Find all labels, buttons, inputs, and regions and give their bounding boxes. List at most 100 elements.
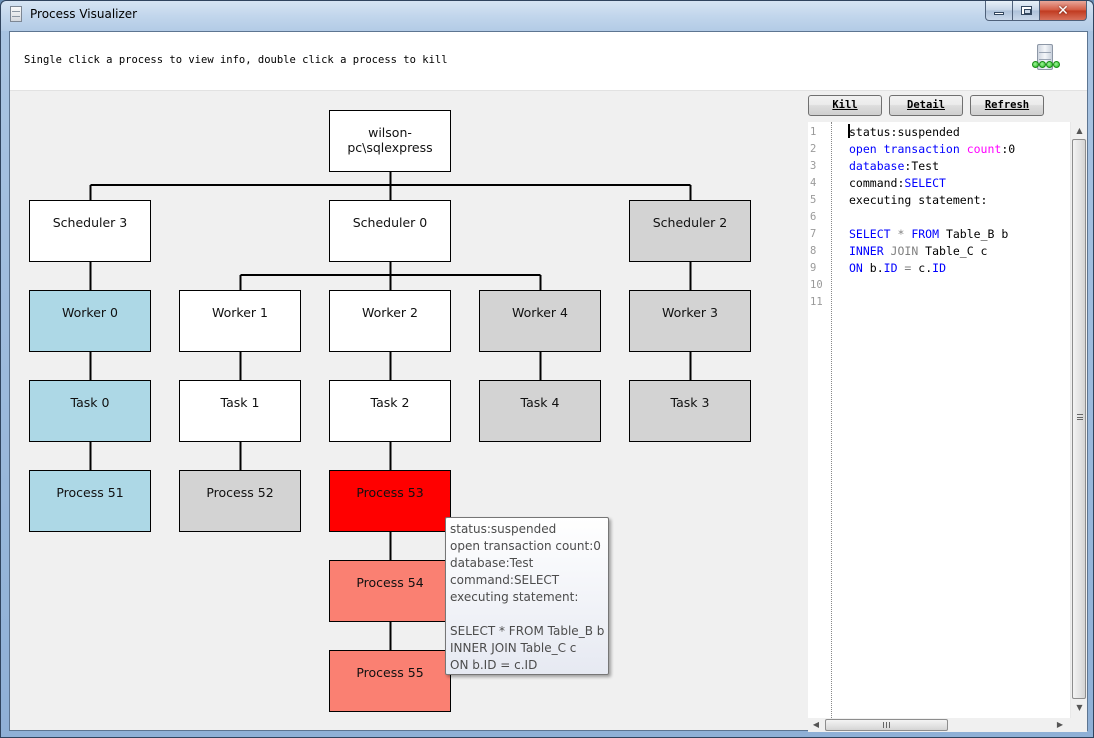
code-token: FROM: [911, 227, 940, 241]
detail-button[interactable]: Detail: [889, 95, 963, 116]
tree-node-worker2[interactable]: Worker 2: [329, 290, 451, 352]
code-line: ON b.ID = c.ID: [849, 260, 946, 277]
close-icon: ✕: [1057, 2, 1069, 19]
node-label: Worker 3: [662, 305, 718, 320]
line-number: 10: [810, 279, 823, 291]
scrollbar-corner: [1070, 718, 1087, 732]
tree-node-task0[interactable]: Task 0: [29, 380, 151, 442]
line-number: 2: [810, 143, 817, 155]
node-label: wilson- pc\sqlexpress: [347, 125, 433, 155]
kill-label: Kill: [832, 99, 858, 111]
process-info-tooltip: status:suspended open transaction count:…: [445, 517, 609, 675]
tree-node-worker1[interactable]: Worker 1: [179, 290, 301, 352]
code-token: command:: [849, 176, 905, 190]
code-line: INNER JOIN Table_C c: [849, 243, 988, 260]
node-label: Worker 2: [362, 305, 418, 320]
code-token: INNER: [849, 244, 884, 258]
line-number: 11: [810, 296, 823, 308]
header-panel: Single click a process to view info, dou…: [10, 32, 1087, 91]
node-label: Scheduler 3: [52, 215, 128, 230]
code-token: status:suspended: [849, 125, 960, 139]
maximize-icon: [1020, 6, 1032, 15]
scroll-left-icon[interactable]: ◀: [808, 718, 824, 732]
instructions-text: Single click a process to view info, dou…: [24, 54, 448, 66]
minimize-button[interactable]: [985, 1, 1013, 21]
grip-icon: [1077, 414, 1083, 420]
close-button[interactable]: ✕: [1040, 1, 1087, 21]
scroll-up-icon[interactable]: ▲: [1071, 122, 1088, 139]
app-icon: [10, 6, 22, 22]
line-number: 6: [810, 211, 817, 223]
scroll-right-icon[interactable]: ▶: [1052, 718, 1068, 732]
node-label: Scheduler 2: [652, 215, 728, 230]
tree-node-proc51[interactable]: Process 51: [29, 470, 151, 532]
node-label: Task 1: [220, 395, 260, 410]
horizontal-scroll-thumb[interactable]: [825, 719, 948, 731]
node-label: Task 3: [670, 395, 710, 410]
code-token: database: [849, 159, 905, 173]
tree-node-worker3[interactable]: Worker 3: [629, 290, 751, 352]
status-dot: [1053, 61, 1060, 68]
node-label: Process 51: [56, 485, 124, 500]
line-number: 8: [810, 245, 817, 257]
vertical-scrollbar[interactable]: ▲ ▼: [1070, 122, 1087, 718]
tree-node-worker0[interactable]: Worker 0: [29, 290, 151, 352]
node-label: Scheduler 0: [352, 215, 428, 230]
tree-node-proc54[interactable]: Process 54: [329, 560, 451, 622]
database-server-icon: [1032, 44, 1060, 74]
tree-node-root[interactable]: wilson- pc\sqlexpress: [329, 110, 451, 172]
refresh-label: Refresh: [984, 99, 1030, 111]
tree-node-proc52[interactable]: Process 52: [179, 470, 301, 532]
code-token: open transaction: [849, 142, 967, 156]
node-label: Task 0: [70, 395, 110, 410]
node-label: Task 4: [520, 395, 560, 410]
code-line: database:Test: [849, 158, 939, 175]
line-number: 5: [810, 194, 817, 206]
tree-node-sched3[interactable]: Scheduler 3: [29, 200, 151, 262]
code-token: ID: [932, 261, 946, 275]
code-line: command:SELECT: [849, 175, 946, 192]
status-dot: [1046, 61, 1053, 68]
status-dot: [1032, 61, 1039, 68]
caption-buttons: ✕: [985, 1, 1087, 21]
code-token: JOIN: [883, 244, 919, 258]
tree-node-sched0[interactable]: Scheduler 0: [329, 200, 451, 262]
node-label: Process 52: [206, 485, 274, 500]
process-tree-canvas: wilson- pc\sqlexpress Scheduler 3 Schedule…: [10, 92, 802, 732]
app-window: Process Visualizer ✕ Single click a proc…: [0, 0, 1094, 738]
maximize-button[interactable]: [1013, 1, 1040, 21]
node-label: Process 55: [356, 665, 424, 680]
tree-node-task3[interactable]: Task 3: [629, 380, 751, 442]
node-label: Worker 1: [212, 305, 268, 320]
title-bar[interactable]: Process Visualizer ✕: [1, 1, 1093, 31]
detail-panel: Kill Detail Refresh 1 status:suspended 2 op…: [808, 92, 1089, 732]
code-line: open transaction count:0: [849, 141, 1015, 158]
client-area: Single click a process to view info, dou…: [9, 31, 1089, 732]
tree-node-task2[interactable]: Task 2: [329, 380, 451, 442]
line-number: 7: [810, 228, 817, 240]
tree-node-task1[interactable]: Task 1: [179, 380, 301, 442]
node-label: Process 54: [356, 575, 424, 590]
code-token: =: [897, 261, 919, 275]
scroll-down-icon[interactable]: ▼: [1071, 699, 1088, 716]
code-line: status:suspended: [849, 124, 960, 141]
detail-label: Detail: [907, 99, 945, 111]
code-token: executing statement:: [849, 193, 988, 207]
tree-node-sched2[interactable]: Scheduler 2: [629, 200, 751, 262]
code-token: :0: [1001, 142, 1016, 156]
tree-node-worker4[interactable]: Worker 4: [479, 290, 601, 352]
vertical-scroll-thumb[interactable]: [1072, 139, 1086, 699]
code-token: ON: [849, 261, 863, 275]
refresh-button[interactable]: Refresh: [970, 95, 1044, 116]
kill-button[interactable]: Kill: [808, 95, 882, 116]
code-token: *: [890, 227, 912, 241]
tree-node-proc55[interactable]: Process 55: [329, 650, 451, 712]
code-token: c.: [918, 261, 933, 275]
code-token: SELECT: [849, 227, 891, 241]
tree-node-task4[interactable]: Task 4: [479, 380, 601, 442]
tree-node-proc53[interactable]: Process 53: [329, 470, 451, 532]
sql-detail-editor[interactable]: 1 status:suspended 2 open transaction count…: [808, 122, 1070, 718]
horizontal-scrollbar[interactable]: ◀ ▶: [808, 718, 1070, 732]
code-token: :Test: [904, 159, 940, 173]
node-label: Worker 4: [512, 305, 568, 320]
